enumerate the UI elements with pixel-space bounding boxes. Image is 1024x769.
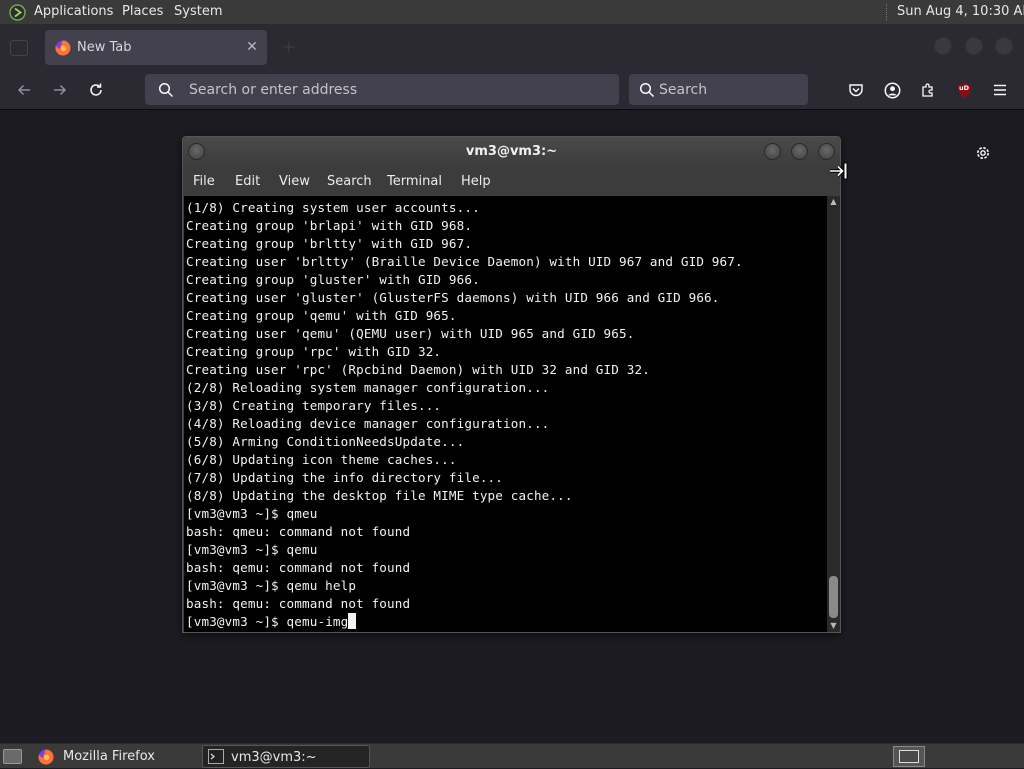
terminal-line: (3/8) Creating temporary files... [186,398,442,413]
close-window-button[interactable] [995,37,1013,55]
terminal-line: Creating group 'brltty' with GID 967. [186,236,473,251]
show-desktop-icon[interactable] [3,749,22,764]
minimize-window-button[interactable] [934,37,952,55]
terminal-line: bash: qemu: command not found [186,596,411,611]
terminal-output[interactable]: (1/8) Creating system user accounts... Cr… [184,196,827,632]
forward-button[interactable] [48,78,72,102]
pocket-icon [849,84,863,97]
taskbar-item-firefox[interactable]: Mozilla Firefox [33,745,196,768]
terminal-close-button[interactable] [818,143,835,160]
terminal-menu-edit[interactable]: Edit [235,167,260,196]
terminal-input-text[interactable]: qemu-img [287,614,349,629]
close-tab-icon[interactable]: ✕ [243,38,261,56]
back-button[interactable] [12,78,36,102]
reload-button[interactable] [84,78,108,102]
bottom-taskbar: Mozilla Firefox vm3@vm3:~ [0,743,1024,768]
terminal-line: (6/8) Updating icon theme caches... [186,452,457,467]
ublock-badge: uD [958,84,970,92]
search-bar[interactable] [629,74,808,105]
extensions-puzzle-icon [922,83,933,97]
workspace-1[interactable] [899,750,919,763]
system-menu[interactable]: System [174,0,222,25]
terminal-cursor [348,613,357,629]
terminal-prompt: [vm3@vm3 ~]$ [186,614,287,629]
terminal-line: Creating user 'qemu' (QEMU user) with UI… [186,326,635,341]
pocket-button[interactable] [845,79,867,101]
terminal-title: vm3@vm3:~ [465,144,558,159]
terminal-line: [vm3@vm3 ~]$ qmeu [186,506,318,521]
firefox-icon [38,749,54,765]
terminal-scrollbar-thumb[interactable] [829,576,838,618]
applications-menu[interactable]: Applications [34,0,113,25]
clock[interactable]: Sun Aug 4, 10:30 AM [897,0,1024,25]
terminal-line: (4/8) Reloading device manager configura… [186,416,550,431]
distro-logo-icon[interactable] [9,4,26,21]
terminal-icon [208,749,224,764]
account-icon [884,82,900,98]
terminal-line: Creating group 'qemu' with GID 965. [186,308,457,323]
hamburger-menu-icon [994,84,1006,96]
terminal-line: Creating user 'rpc' (Rpcbind Daemon) wit… [186,362,650,377]
terminal-line: Creating user 'gluster' (GlusterFS daemo… [186,290,720,305]
terminal-line: [vm3@vm3 ~]$ qemu help [186,578,357,593]
app-menu-button[interactable] [989,79,1011,101]
terminal-line: [vm3@vm3 ~]$ qemu [186,542,318,557]
ublock-origin-button[interactable]: uD [953,79,975,101]
terminal-line: Creating user 'brltty' (Braille Device D… [186,254,743,269]
tab-new-tab[interactable]: New Tab ✕ [45,30,267,65]
terminal-menu-search[interactable]: Search [327,167,372,196]
terminal-scrollbar[interactable]: ▲ ▼ [827,196,840,632]
account-button[interactable] [881,79,903,101]
top-panel: Applications Places System Sun Aug 4, 10… [0,0,1024,25]
terminal-line: (1/8) Creating system user accounts... [186,200,480,215]
taskbar-item-label: vm3@vm3:~ [231,750,317,765]
terminal-window: vm3@vm3:~ File Edit View Search Terminal… [182,136,841,633]
tab-title: New Tab [77,40,132,55]
terminal-line: (7/8) Updating the info directory file..… [186,470,504,485]
terminal-line: Creating group 'gluster' with GID 966. [186,272,480,287]
terminal-line: Creating group 'rpc' with GID 32. [186,344,442,359]
search-input[interactable] [659,74,799,105]
search-icon [639,82,655,98]
scroll-down-arrow-icon[interactable]: ▼ [827,620,840,632]
terminal-maximize-button[interactable] [791,143,808,160]
terminal-menu-file[interactable]: File [193,167,215,196]
terminal-line: (8/8) Updating the desktop file MIME typ… [186,488,573,503]
terminal-menu-help[interactable]: Help [461,167,491,196]
terminal-menu-view[interactable]: View [279,167,310,196]
forward-arrow-icon [54,84,67,96]
navigation-toolbar: uD [0,70,1024,110]
back-arrow-icon [17,84,30,96]
terminal-line: bash: qmeu: command not found [186,524,411,539]
address-input[interactable] [189,74,609,105]
places-menu[interactable]: Places [122,0,163,25]
terminal-line: Creating group 'brlapi' with GID 968. [186,218,473,233]
terminal-line: (2/8) Reloading system manager configura… [186,380,550,395]
scroll-up-arrow-icon[interactable]: ▲ [827,196,840,208]
taskbar-item-terminal[interactable]: vm3@vm3:~ [202,745,370,768]
gear-icon[interactable] [973,143,993,163]
reload-icon [90,83,102,96]
tab-overview-icon[interactable] [10,40,28,56]
terminal-menubar: File Edit View Search Terminal Help [183,167,840,196]
resize-cursor-icon [830,162,848,180]
taskbar-item-label: Mozilla Firefox [63,749,155,764]
terminal-prompt-line[interactable]: [vm3@vm3 ~]$ qemu-img [186,613,827,631]
browser-tab-strip: New Tab ✕ + [0,25,1024,70]
new-tab-icon[interactable]: + [282,39,296,55]
terminal-titlebar[interactable]: vm3@vm3:~ [183,137,840,167]
maximize-window-button[interactable] [965,37,983,55]
search-icon [158,82,174,98]
workspace-switcher[interactable] [893,746,925,767]
terminal-line: bash: qemu: command not found [186,560,411,575]
firefox-icon [55,40,71,56]
panel-separator [886,4,888,21]
terminal-menu-terminal[interactable]: Terminal [387,167,442,196]
extensions-button[interactable] [917,79,939,101]
terminal-line: (5/8) Arming ConditionNeedsUpdate... [186,434,465,449]
address-bar[interactable] [145,74,619,105]
terminal-minimize-button[interactable] [764,143,781,160]
